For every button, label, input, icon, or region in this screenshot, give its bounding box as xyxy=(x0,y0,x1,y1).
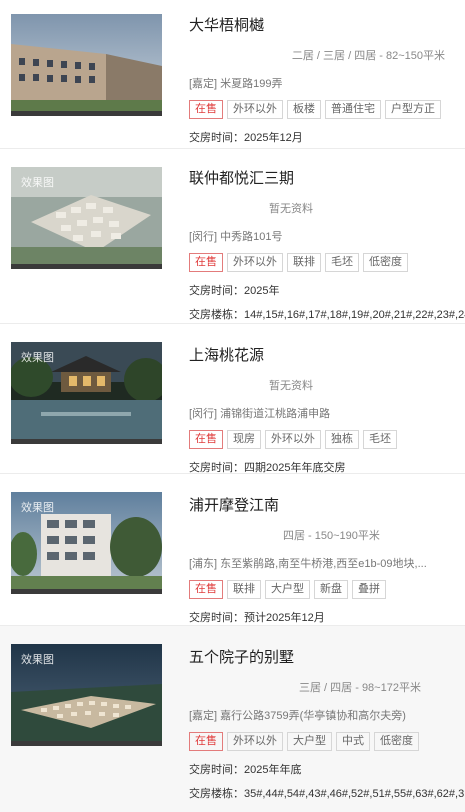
listing-title[interactable]: 联仲都悦汇三期 xyxy=(189,167,465,188)
listing-thumbnail[interactable]: 效果图 xyxy=(11,167,162,269)
tag: 外环以外 xyxy=(227,100,283,119)
tag: 低密度 xyxy=(363,253,408,272)
listing-thumbnail[interactable]: 效果图 xyxy=(11,644,162,746)
listing-layout: 暂无资料 xyxy=(269,203,313,215)
render-watermark: 效果图 xyxy=(21,177,54,189)
tag: 外环以外 xyxy=(265,430,321,449)
render-watermark: 效果图 xyxy=(21,502,54,514)
listing-title[interactable]: 上海桃花源 xyxy=(189,344,465,365)
listing-list: 大华梧桐樾 二居 / 三居 / 四居 - 82~150平米 [嘉定] 米夏路19… xyxy=(0,0,465,812)
render-watermark: 效果图 xyxy=(21,654,54,666)
listing-address: [浦东] 东至紫鹃路,南至牛桥港,西至e1b-09地块,... xyxy=(189,558,427,570)
listing-address: [闵行] 中秀路101号 xyxy=(189,231,283,243)
tag: 独栋 xyxy=(325,430,359,449)
listing-title[interactable]: 五个院子的别墅 xyxy=(189,646,465,667)
tag-on-sale: 在售 xyxy=(189,580,223,599)
delivery-time: 交房时间：2025年12月 xyxy=(189,132,303,144)
tag: 联排 xyxy=(227,580,261,599)
listing-address: [嘉定] 嘉行公路3759弄(华亭镇协和高尔夫旁) xyxy=(189,710,406,722)
listing-layout: 二居 / 三居 / 四居 - 82~150平米 xyxy=(291,50,445,62)
listing-card[interactable]: 效果图 五个院子的别墅 三居 / 四居 - 98~172平米 [嘉定] 嘉行公路… xyxy=(0,626,465,812)
listing-thumbnail[interactable]: 效果图 xyxy=(11,342,162,444)
tag: 大户型 xyxy=(265,580,310,599)
listing-title[interactable]: 大华梧桐樾 xyxy=(189,14,465,35)
delivery-time: 交房时间：2025年年底 xyxy=(189,764,302,776)
listing-layout: 暂无资料 xyxy=(269,380,313,392)
listing-layout: 三居 / 四居 - 98~172平米 xyxy=(299,682,421,694)
listing-tags: 在售 现房 外环以外 独栋 毛坯 xyxy=(189,430,465,449)
delivery-buildings: 交房楼栋：35#,44#,54#,43#,46#,52#,51#,55#,63#… xyxy=(189,788,465,800)
listing-card[interactable]: 效果图 浦开摩登江南 四居 - 150~190平米 [浦东] 东至紫鹃路,南至牛… xyxy=(0,474,465,626)
tag: 普通住宅 xyxy=(325,100,381,119)
listing-address: [嘉定] 米夏路199弄 xyxy=(189,78,283,90)
tag: 毛坯 xyxy=(363,430,397,449)
listing-tags: 在售 外环以外 大户型 中式 低密度 xyxy=(189,732,465,751)
tag: 外环以外 xyxy=(227,253,283,272)
tag: 毛坯 xyxy=(325,253,359,272)
delivery-buildings: 交房楼栋：14#,15#,16#,17#,18#,19#,20#,21#,22#… xyxy=(189,309,465,321)
listing-card[interactable]: 效果图 上海桃花源 暂无资料 [闵行] 浦锦街道江桃路浦申路 在售 现房 外环以… xyxy=(0,324,465,474)
tag-on-sale: 在售 xyxy=(189,100,223,119)
delivery-time: 交房时间：2025年 xyxy=(189,285,280,297)
tag: 大户型 xyxy=(287,732,332,751)
delivery-time: 交房时间：预计2025年12月 xyxy=(189,612,325,624)
listing-card[interactable]: 大华梧桐樾 二居 / 三居 / 四居 - 82~150平米 [嘉定] 米夏路19… xyxy=(0,0,465,149)
listing-thumbnail[interactable]: 效果图 xyxy=(11,492,162,594)
listing-thumbnail[interactable] xyxy=(11,14,162,116)
tag: 联排 xyxy=(287,253,321,272)
delivery-time: 交房时间：四期2025年年底交房 xyxy=(189,462,346,474)
listing-card[interactable]: 效果图 联仲都悦汇三期 暂无资料 [闵行] 中秀路101号 在售 外环以外 联排… xyxy=(0,149,465,324)
tag: 新盘 xyxy=(314,580,348,599)
listing-layout: 四居 - 150~190平米 xyxy=(283,530,380,542)
tag: 户型方正 xyxy=(385,100,441,119)
listing-tags: 在售 外环以外 联排 毛坯 低密度 xyxy=(189,253,465,272)
tag: 外环以外 xyxy=(227,732,283,751)
listing-tags: 在售 联排 大户型 新盘 叠拼 xyxy=(189,580,465,599)
tag-on-sale: 在售 xyxy=(189,430,223,449)
tag: 低密度 xyxy=(374,732,419,751)
listing-tags: 在售 外环以外 板楼 普通住宅 户型方正 xyxy=(189,100,465,119)
render-watermark: 效果图 xyxy=(21,352,54,364)
listing-address: [闵行] 浦锦街道江桃路浦申路 xyxy=(189,408,331,420)
tag-on-sale: 在售 xyxy=(189,253,223,272)
tag: 叠拼 xyxy=(352,580,386,599)
tag: 中式 xyxy=(336,732,370,751)
tag-on-sale: 在售 xyxy=(189,732,223,751)
tag: 板楼 xyxy=(287,100,321,119)
listing-title[interactable]: 浦开摩登江南 xyxy=(189,494,465,515)
tag: 现房 xyxy=(227,430,261,449)
